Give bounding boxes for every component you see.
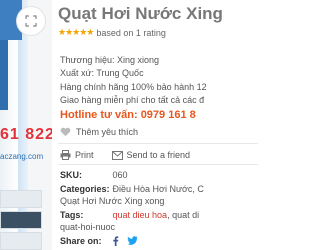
tag-link[interactable]: , quat di (167, 210, 199, 220)
share-icons (110, 235, 138, 246)
tag-link[interactable]: quat-hoi-nuoc (60, 222, 115, 232)
rating: ★★★★★ based on 1 rating (58, 27, 166, 38)
share-actions: Print Send to a friend (60, 150, 190, 160)
tags-row-cont: quat-hoi-nuoc (60, 222, 115, 232)
sku-label: SKU: (60, 170, 82, 180)
share-label: Share on: (60, 236, 102, 246)
thumbnail[interactable] (0, 190, 42, 208)
hotline: Hotline tư vấn: 0979 161 8 (60, 109, 196, 121)
shipping-line: Giao hàng miễn phí cho tất cả các đ (60, 95, 205, 105)
tags-row: Tags: quat dieu hoa, quat di (60, 210, 199, 220)
twitter-icon[interactable] (127, 235, 138, 246)
divider (58, 164, 258, 165)
add-to-wishlist-button[interactable]: Thêm yêu thích (60, 127, 138, 137)
print-link[interactable]: Print (75, 150, 94, 160)
sku-value: 060 (112, 170, 128, 180)
rating-text[interactable]: based on 1 rating (96, 28, 166, 38)
image-hotline-overlay: 61 822 (0, 126, 52, 143)
categories-row: Categories: Điều Hòa Hơi Nước, C (60, 184, 204, 194)
warranty-line: Hàng chính hãng 100% bảo hành 12 (60, 82, 207, 92)
heart-icon (60, 127, 71, 137)
category-link[interactable]: Quạt Hơi Nước Xing xong (60, 196, 164, 206)
rating-stars: ★★★★★ (58, 27, 94, 37)
product-title: Quạt Hơi Nước Xing (58, 4, 223, 23)
zoom-button[interactable] (16, 6, 46, 36)
image-domain-overlay: aczang.com (0, 152, 44, 161)
share-row: Share on: (60, 236, 110, 246)
categories-row-cont: Quạt Hơi Nước Xing xong (60, 196, 164, 206)
thumbnail[interactable] (0, 211, 42, 229)
tags-label: Tags: (60, 210, 84, 220)
send-to-friend-link[interactable]: Send to a friend (127, 150, 191, 160)
expand-icon (25, 15, 37, 27)
brand-line: Thương hiệu: Xing xiong (60, 55, 159, 65)
product-image[interactable]: 61 822 aczang.com (0, 0, 52, 250)
divider (58, 143, 258, 144)
print-icon (60, 150, 71, 160)
tag-link[interactable]: quat dieu hoa (113, 210, 168, 220)
categories-label: Categories: (60, 184, 110, 194)
sku-row: SKU: 060 (60, 170, 128, 180)
thumbnail[interactable] (0, 232, 42, 250)
origin-line: Xuất xứ: Trung Quốc (60, 68, 144, 78)
mail-icon (111, 150, 123, 160)
thumbnail-strip (0, 190, 44, 250)
wishlist-label: Thêm yêu thích (76, 127, 139, 137)
facebook-icon[interactable] (110, 235, 121, 246)
product-photo-panel (0, 40, 8, 110)
category-link[interactable]: Điều Hòa Hơi Nước, C (113, 184, 204, 194)
